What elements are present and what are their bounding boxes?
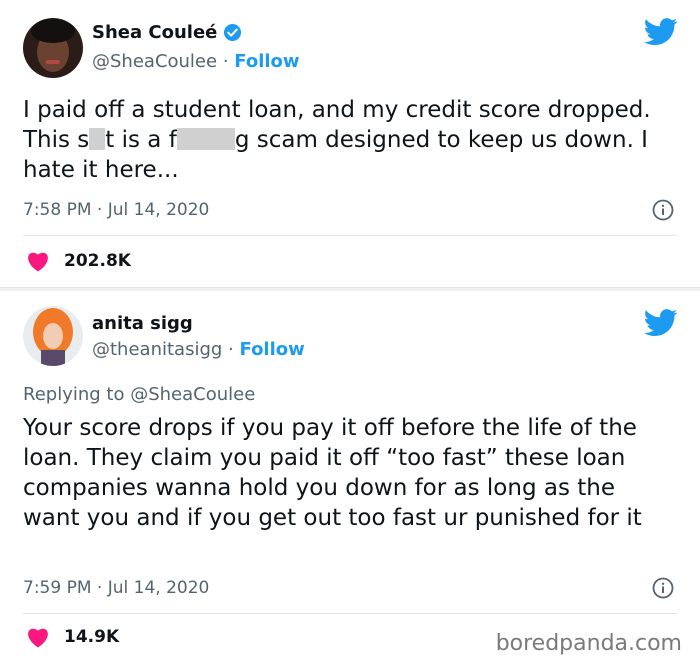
censor-block [89,128,106,150]
heart-icon[interactable] [26,626,50,648]
tweet-text-part-2: t is a f [105,127,177,153]
avatar[interactable] [23,18,83,78]
handle-row: @theanitasigg · Follow [92,339,305,360]
divider [23,613,677,614]
handle-row: @SheaCoulee · Follow [92,51,300,72]
censor-block [176,128,235,150]
info-icon[interactable] [652,199,674,221]
replying-to-handle[interactable]: @SheaCoulee [130,384,255,405]
info-icon[interactable] [652,577,674,599]
verified-badge-icon [224,23,242,42]
replying-prefix: Replying to [23,384,125,405]
follow-button[interactable]: Follow [240,339,305,360]
separator-dot: · [222,51,235,72]
author-name[interactable]: Shea Couleé [92,22,242,43]
author-name[interactable]: anita sigg [92,313,193,334]
tweet-text: I paid off a student loan, and my credit… [23,95,660,185]
watermark: boredpanda.com [495,631,682,656]
separator-dot: · [228,339,240,360]
follow-button[interactable]: Follow [234,51,299,72]
divider [23,235,677,236]
avatar[interactable] [23,306,83,366]
heart-icon[interactable] [26,250,50,272]
like-row[interactable]: 14.9K [26,626,119,648]
like-count: 202.8K [64,251,131,271]
tweet-timestamp[interactable]: 7:58 PM · Jul 14, 2020 [23,200,209,220]
like-count: 14.9K [64,627,120,647]
twitter-bird-icon[interactable] [644,309,678,337]
tweet-timestamp[interactable]: 7:59 PM · Jul 14, 2020 [23,578,209,598]
tweet-card-1: Shea Couleé @SheaCoulee · Follow I paid … [0,0,700,288]
replying-to: Replying to @SheaCoulee [23,384,255,405]
author-name-text[interactable]: anita sigg [92,313,193,334]
twitter-bird-icon[interactable] [644,18,678,46]
author-handle[interactable]: @SheaCoulee [92,51,217,72]
author-name-text[interactable]: Shea Couleé [92,22,217,43]
like-row[interactable]: 202.8K [26,250,131,272]
tweet-text: Your score drops if you pay it off befor… [23,415,642,531]
tweet-card-2: anita sigg @theanitasigg · Follow Replyi… [0,291,700,668]
author-handle[interactable]: @theanitasigg [92,339,222,360]
